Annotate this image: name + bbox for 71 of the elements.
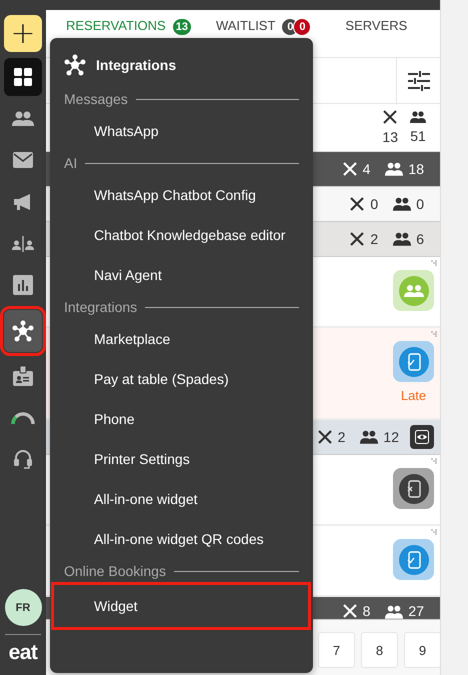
tables-count: 8 [362, 603, 370, 619]
phone-cross-status-icon[interactable] [393, 468, 434, 509]
add-button[interactable]: + [4, 15, 42, 52]
guests-icon [410, 111, 426, 123]
menu-item[interactable]: Marketplace [50, 319, 313, 359]
hub-icon [12, 320, 34, 342]
tables-count: 2 [370, 231, 378, 247]
menu-item[interactable]: WhatsApp Chatbot Config [50, 175, 313, 215]
number-key[interactable]: 9 [404, 632, 440, 668]
user-avatar[interactable]: FR [4, 589, 42, 626]
hub-icon [64, 54, 86, 76]
drag-handle-icon[interactable] [431, 260, 437, 266]
tab-label: WAITLIST [216, 18, 276, 33]
eye-button[interactable] [410, 425, 434, 449]
section-heading: Messages [64, 91, 128, 107]
sliders-icon [408, 70, 430, 90]
menu-item[interactable]: All-in-one widget QR codes [50, 519, 313, 559]
hub-nav-button[interactable] [4, 310, 42, 352]
split-people-icon [12, 236, 34, 252]
section-heading: Online Bookings [64, 563, 166, 579]
tables-count: 4 [362, 161, 370, 177]
menu-item[interactable]: Printer Settings [50, 439, 313, 479]
guests-count: 6 [416, 231, 424, 247]
late-label: Late [400, 388, 426, 403]
menu-title: Integrations [96, 57, 176, 73]
phone-check-status-icon[interactable] [393, 341, 434, 382]
count-badge: 0 [293, 18, 312, 36]
grid-nav-button[interactable] [4, 58, 42, 96]
menu-item[interactable]: All-in-one widget [50, 479, 313, 519]
drag-handle-icon[interactable] [431, 458, 437, 464]
guests-icon [393, 197, 412, 211]
tables-count: 0 [370, 196, 378, 212]
menu-item[interactable]: Pay at table (Spades) [50, 359, 313, 399]
mail-icon [13, 152, 33, 168]
guests-icon [385, 162, 404, 176]
guests-count: 12 [383, 429, 399, 445]
menu-item[interactable]: WhatsApp [50, 111, 313, 151]
menu-item[interactable]: Widget [54, 585, 308, 627]
eye-icon [415, 430, 429, 444]
drag-handle-icon[interactable] [431, 331, 437, 337]
guests-count: 18 [408, 161, 424, 177]
tab[interactable]: SERVERS [311, 10, 408, 57]
logo: eat [8, 640, 38, 666]
guests-count: 51 [410, 128, 426, 144]
tab[interactable]: RESERVATIONS 13 [46, 10, 192, 57]
grid-icon [13, 67, 33, 87]
phone-check-status-icon[interactable] [393, 539, 434, 580]
tab-label: SERVERS [345, 18, 408, 33]
drag-handle-icon[interactable] [431, 529, 437, 535]
menu-item[interactable]: Phone [50, 399, 313, 439]
guests-count: 27 [408, 603, 424, 619]
section-heading: AI [64, 155, 78, 171]
tables-count: 13 [382, 129, 398, 145]
headset-icon [13, 448, 33, 470]
menu-item[interactable]: Chatbot Knowledgebase editor [50, 215, 313, 255]
guests-count: 0 [416, 196, 424, 212]
number-key[interactable]: 8 [361, 632, 398, 668]
tab[interactable]: WAITLIST 0 0 [192, 10, 312, 57]
people-icon [12, 110, 34, 127]
guests-icon [393, 232, 412, 246]
guests-icon [360, 430, 378, 444]
megaphone-icon [13, 193, 33, 212]
tables-count: 2 [338, 429, 346, 445]
id-badge-icon [13, 366, 33, 386]
tab-label: RESERVATIONS [66, 18, 166, 33]
bar-chart-icon [13, 275, 33, 296]
number-key[interactable]: 7 [318, 632, 355, 668]
count-badge: 13 [172, 18, 192, 36]
menu-item[interactable]: Navi Agent [50, 255, 313, 295]
gauge-icon [10, 410, 36, 425]
section-heading: Integrations [64, 299, 138, 315]
